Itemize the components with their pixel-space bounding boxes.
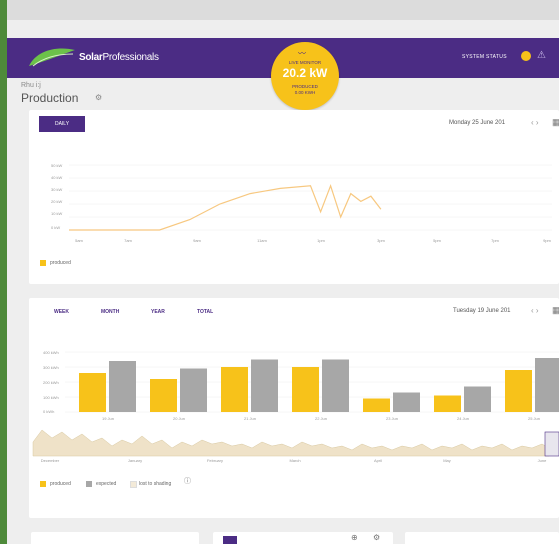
overview-month: February [206,458,223,463]
overview-area-chart[interactable] [7,422,559,462]
legend-swatch-produced [40,260,46,266]
daily-x-tick: 3pm [377,238,385,243]
daily-x-tick: 5pm [433,238,441,243]
overview-month: December [40,458,60,463]
tab-week[interactable]: WEEK [54,309,69,315]
period-date: Tuesday 19 June 201 [453,308,511,314]
zoom-icon[interactable]: ⊕ [351,533,358,542]
bottom-card-left [31,532,199,544]
produced-line [69,184,382,231]
solar-leaf-logo-icon [29,48,75,67]
brand-bold: Solar [79,52,103,63]
produced-bar[interactable] [505,370,532,412]
daily-line-chart [69,164,552,231]
legend-expected[interactable]: expected [96,481,116,487]
overview-month: January [127,458,143,463]
bottom-card-right [405,532,559,544]
breadcrumb[interactable]: Rhu i:j [21,82,41,89]
tab-year[interactable]: YEAR [151,309,165,315]
settings-gear-icon[interactable]: ⚙ [95,93,102,102]
legend-swatch-produced [40,481,46,487]
calendar-icon[interactable]: ▦ [552,305,559,316]
expected-bar[interactable] [393,392,420,413]
overview-month: April [373,458,382,463]
overview-selection[interactable] [544,431,559,457]
expected-bar[interactable] [180,368,207,413]
live-monitor-badge[interactable]: 〰 LIVE MONITOR 20.2 kW PRODUCED 0.00 KWH [271,42,339,110]
warning-icon[interactable]: ⚠ [537,50,546,61]
overview-area [32,429,550,457]
daily-x-tick: 5am [75,238,83,243]
bars [79,358,559,412]
expected-bar[interactable] [322,359,349,413]
tab-month[interactable]: MONTH [101,309,119,315]
bar-x-tick: 21 Jun [243,416,256,421]
status-indicator-icon[interactable] [521,51,531,61]
legend-produced[interactable]: produced [50,260,71,266]
options-icon[interactable]: ⚙ [373,533,380,542]
bottom-card-middle: ⊕ ⚙ [213,532,393,544]
bottom-card-swatch [223,536,237,544]
legend-swatch-expected [86,481,92,487]
legend-produced[interactable]: produced [50,481,71,487]
daily-x-tick: 7am [124,238,132,243]
legend-lost-to-shading[interactable]: lost to shading [139,481,171,487]
bar-x-tick: 24 Jun [456,416,469,421]
legend-swatch-shading [130,481,137,488]
overview-month: June [537,458,547,463]
expected-bar[interactable] [109,361,136,412]
produced-bar[interactable] [434,395,461,413]
monitor-produced-label: PRODUCED [292,84,318,89]
bar-x-tick: 22 Jun [314,416,327,421]
daily-x-tick: 9am [193,238,201,243]
date-nav-arrows[interactable]: ‹ › [531,118,539,127]
bar-x-tick: 23 Jun [385,416,398,421]
daily-x-tick: 9pm [543,238,551,243]
daily-x-tick: 1pm [317,238,325,243]
system-status-label[interactable]: SYSTEM STATUS [462,54,507,60]
produced-bar[interactable] [221,367,248,412]
daily-button[interactable]: DAILY [39,116,85,132]
bar-x-tick: 25 Jun [527,416,540,421]
monitor-produced-value: 0.00 KWH [294,90,316,95]
monitor-label: LIVE MONITOR [288,60,322,65]
monitor-value: 20.2 kW [282,66,328,80]
daily-date: Monday 25 June 201 [449,120,506,126]
produced-bar[interactable] [292,367,319,412]
pulse-icon: 〰 [298,49,306,58]
daily-x-tick: 11am [257,238,267,243]
expected-bar[interactable] [535,358,559,412]
brand-name[interactable]: SolarProfessionals [79,52,159,63]
date-nav-arrows[interactable]: ‹ › [531,306,539,315]
bar-x-tick: 20 Jun [172,416,185,421]
brand-rest: Professionals [102,52,159,63]
info-icon[interactable]: ⓘ [184,476,191,486]
expected-bar[interactable] [251,359,278,413]
daily-grid [69,164,552,231]
bar-x-tick: 19 Jun [101,416,114,421]
tab-total[interactable]: TOTAL [197,309,213,315]
page-title: Production [21,91,79,105]
expected-bar[interactable] [464,386,491,413]
daily-x-tick: 7pm [491,238,499,243]
produced-bar[interactable] [79,373,106,412]
browser-top-strip [7,0,559,20]
overview-month: May [443,458,451,463]
produced-bar[interactable] [363,398,390,413]
app-frame: SolarProfessionals SYSTEM STATUS ⚠ 〰 LIV… [7,0,559,544]
calendar-icon[interactable]: ▦ [552,117,559,128]
period-bar-chart [65,351,559,413]
overview-month: March [289,458,301,463]
produced-bar[interactable] [150,379,177,412]
